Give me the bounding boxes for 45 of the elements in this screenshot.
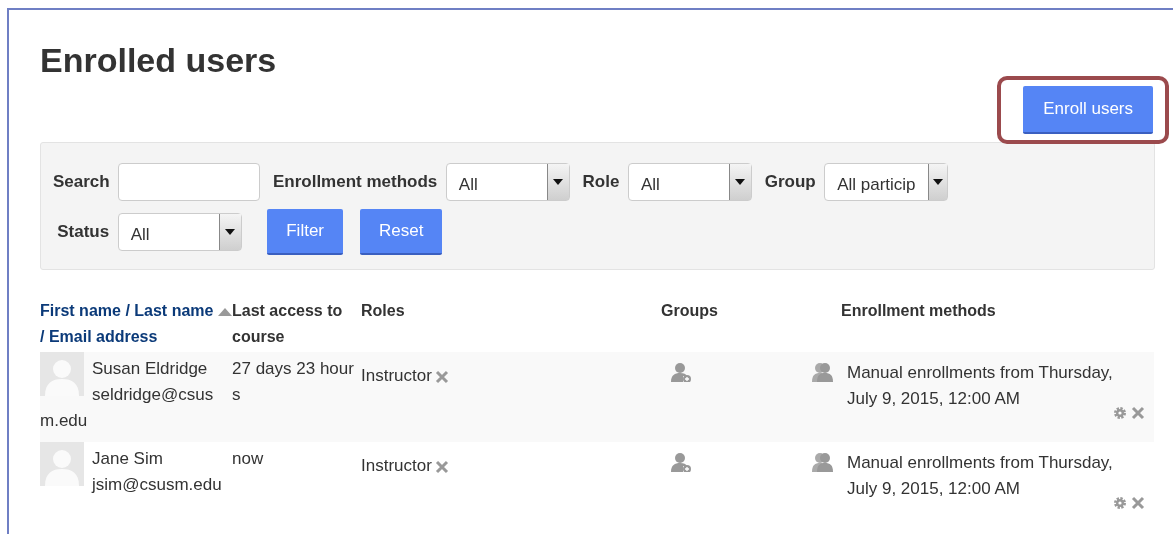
column-sort-link[interactable]: Email address [48, 328, 158, 345]
add-person-icon[interactable] [671, 362, 691, 382]
column-header: Groups [661, 302, 718, 319]
page-title: Enrolled users [40, 40, 278, 80]
select-field[interactable]: All [117, 213, 242, 251]
search-label: Search [53, 170, 110, 193]
close-icon[interactable] [434, 459, 449, 474]
filter-label: Role [582, 170, 620, 193]
user-email: jsim@csusm.edu [90, 474, 223, 496]
last-access: 27 days 23 hours [232, 358, 355, 406]
close-icon[interactable] [434, 369, 449, 384]
select-field[interactable]: All [627, 162, 752, 201]
select-field[interactable]: All [445, 162, 570, 201]
user-email: seldridge@csusm.edu [40, 384, 215, 432]
role-name: Instructor [361, 366, 432, 385]
settings-icon[interactable] [1113, 406, 1127, 420]
caret-icon [735, 178, 746, 185]
people-icon[interactable] [812, 362, 833, 382]
column-header: Roles [361, 302, 405, 319]
role-name: Instructor [361, 456, 432, 475]
caret-icon [225, 229, 236, 235]
last-access: now [232, 448, 265, 470]
select-field[interactable]: All particip [824, 162, 949, 201]
user-name: Susan Eldridge [92, 358, 209, 380]
caret-icon [553, 178, 564, 185]
column-header: Enrollment methods [841, 302, 996, 319]
caret-icon [932, 178, 943, 185]
settings-icon[interactable] [1113, 496, 1127, 510]
column-sort-link[interactable]: Last name [134, 302, 232, 319]
user-name: Jane Sim [92, 448, 164, 470]
add-person-icon[interactable] [671, 452, 691, 472]
close-icon[interactable] [1131, 496, 1146, 510]
people-icon[interactable] [812, 452, 833, 472]
filter-label: Group [764, 170, 816, 193]
sort-ascending-icon [217, 307, 232, 316]
filter-label: Status [57, 221, 110, 244]
enrollment-method: Manual enrollments from Thursday, July 9, 2015, 12:00 AM [846, 362, 1114, 410]
header-separator: / [40, 328, 45, 345]
search-field[interactable] [118, 162, 261, 201]
enrollment-method: Manual enrollments from Thursday, July 9, 2015, 12:00 AM [846, 452, 1114, 500]
column-header: Last access to course [232, 302, 343, 345]
column-sort-link[interactable]: First name [40, 302, 121, 319]
header-separator: / [125, 302, 130, 319]
close-icon[interactable] [1131, 406, 1146, 420]
filter-label: Enrollment methods [272, 170, 438, 193]
